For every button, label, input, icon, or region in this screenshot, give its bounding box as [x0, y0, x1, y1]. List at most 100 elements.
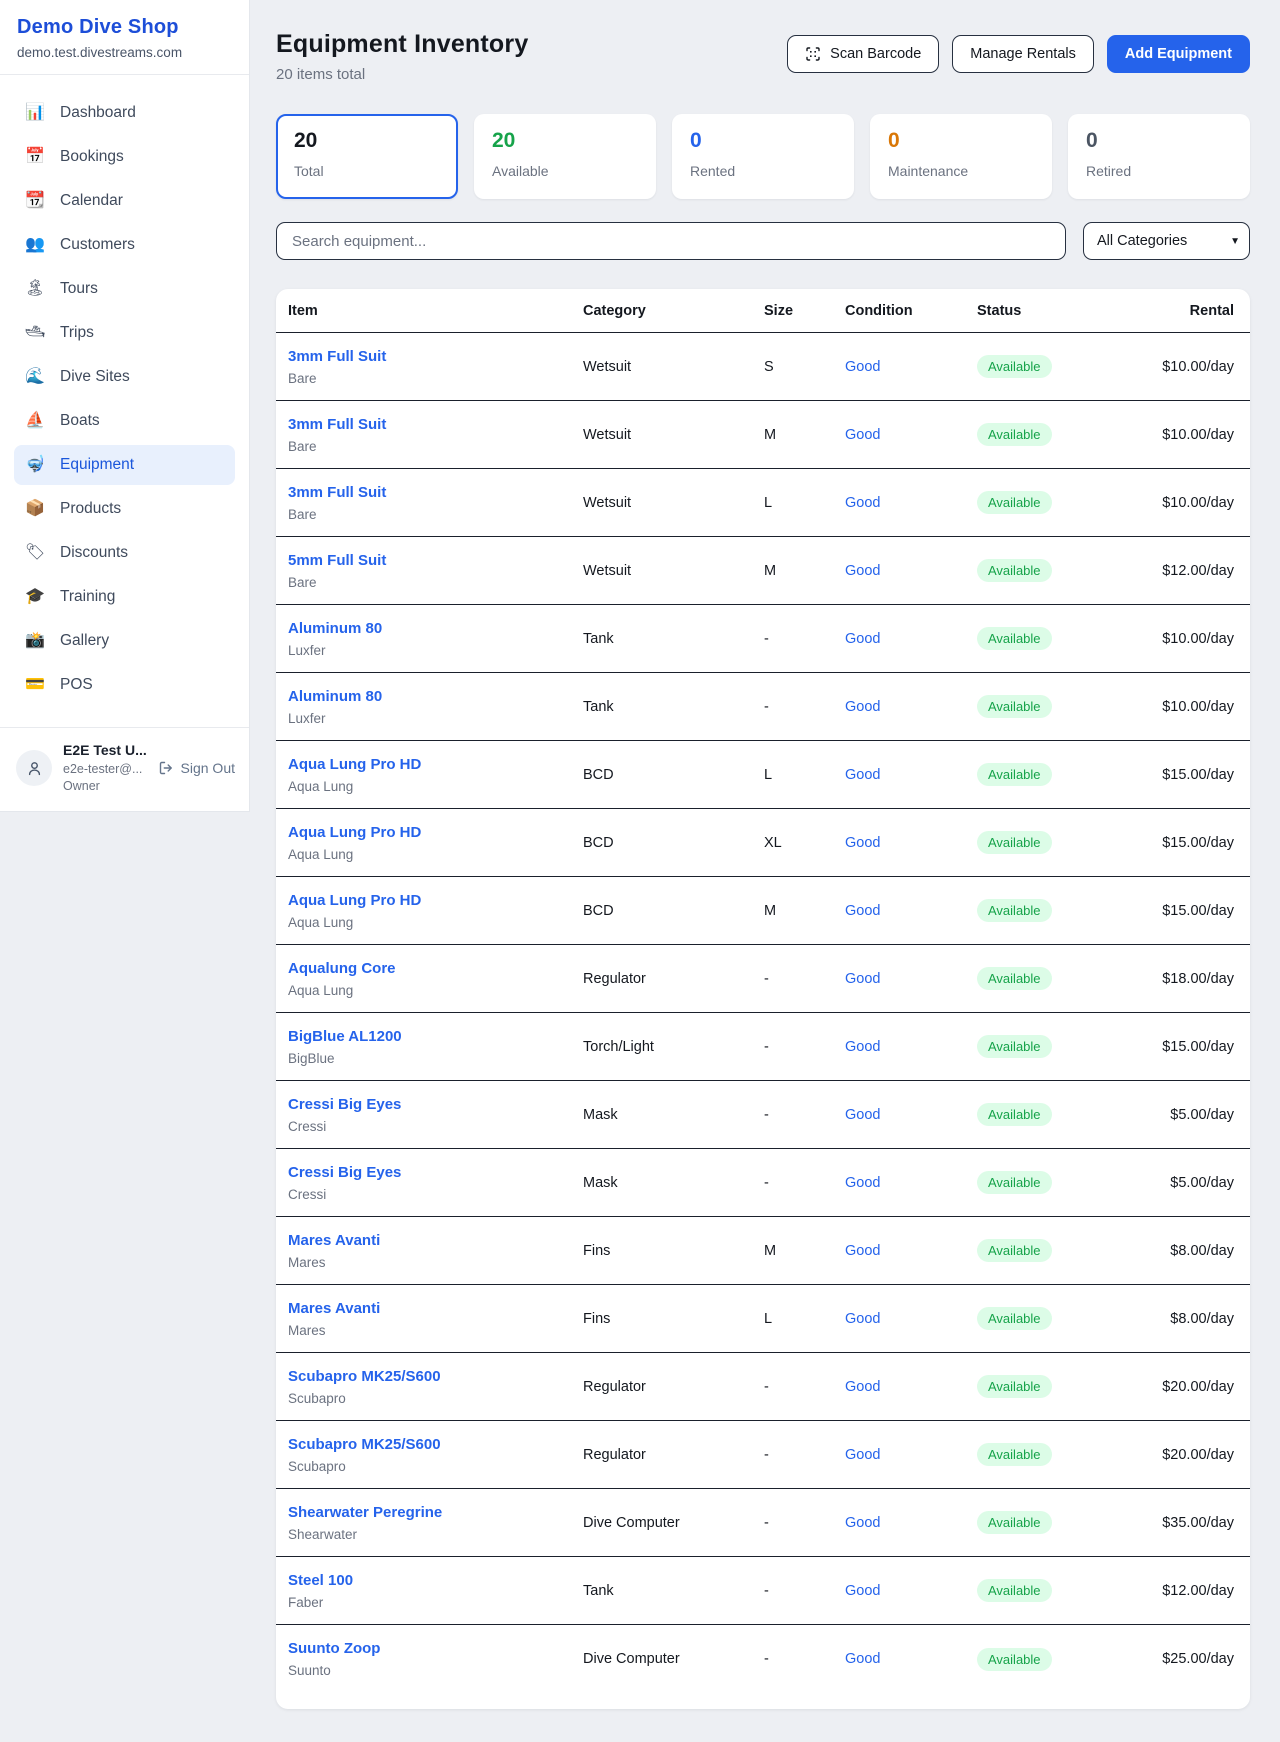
sidebar-item-label: Training — [60, 588, 115, 606]
condition-link[interactable]: Good — [845, 495, 977, 511]
status-badge: Available — [977, 1648, 1052, 1671]
item-name-link[interactable]: 5mm Full Suit — [288, 552, 583, 570]
condition-link[interactable]: Good — [845, 563, 977, 579]
condition-link[interactable]: Good — [845, 359, 977, 375]
wave-icon: 🌊 — [24, 369, 46, 385]
condition-link[interactable]: Good — [845, 1175, 977, 1191]
condition-link[interactable]: Good — [845, 1311, 977, 1327]
category-select-wrap: All Categories ▼ — [1083, 222, 1250, 260]
sidebar-item-label: Gallery — [60, 632, 109, 650]
stat-label: Total — [294, 163, 440, 179]
status-cell: Available — [977, 491, 1129, 514]
condition-link[interactable]: Good — [845, 699, 977, 715]
item-name-link[interactable]: Aqua Lung Pro HD — [288, 756, 583, 774]
brand-domain: demo.test.divestreams.com — [17, 45, 233, 60]
sidebar-item-dashboard[interactable]: 📊Dashboard — [14, 93, 235, 133]
item-name-link[interactable]: 3mm Full Suit — [288, 416, 583, 434]
item-name-link[interactable]: Mares Avanti — [288, 1232, 583, 1250]
sidebar-item-equipment[interactable]: 🤿Equipment — [14, 445, 235, 485]
package-icon: 📦 — [24, 501, 46, 517]
sailboat-icon: ⛵ — [24, 413, 46, 429]
stat-value: 0 — [690, 129, 836, 153]
condition-link[interactable]: Good — [845, 427, 977, 443]
sidebar-item-label: Dive Sites — [60, 368, 130, 386]
stat-card-rented[interactable]: 0Rented — [672, 114, 854, 199]
sidebar-item-boats[interactable]: ⛵Boats — [14, 401, 235, 441]
sidebar-item-calendar[interactable]: 📆Calendar — [14, 181, 235, 221]
condition-link[interactable]: Good — [845, 903, 977, 919]
motorboat-icon: 🛥 — [24, 325, 46, 341]
sidebar-item-training[interactable]: 🎓Training — [14, 577, 235, 617]
stat-card-retired[interactable]: 0Retired — [1068, 114, 1250, 199]
item-name-link[interactable]: Aqualung Core — [288, 960, 583, 978]
rental-cell: $15.00/day — [1129, 1039, 1250, 1055]
item-name-link[interactable]: Aluminum 80 — [288, 688, 583, 706]
sidebar-item-label: Calendar — [60, 192, 123, 210]
table-row: Aqua Lung Pro HDAqua LungBCDLGoodAvailab… — [276, 741, 1250, 809]
sidebar-item-bookings[interactable]: 📅Bookings — [14, 137, 235, 177]
item-name-link[interactable]: 3mm Full Suit — [288, 348, 583, 366]
item-cell: Shearwater PeregrineShearwater — [276, 1504, 583, 1542]
item-name-link[interactable]: Aqua Lung Pro HD — [288, 892, 583, 910]
people-icon: 👥 — [24, 237, 46, 253]
condition-link[interactable]: Good — [845, 767, 977, 783]
avatar — [16, 750, 52, 786]
column-header-condition: Condition — [845, 303, 977, 319]
condition-link[interactable]: Good — [845, 1107, 977, 1123]
condition-link[interactable]: Good — [845, 835, 977, 851]
item-name-link[interactable]: Steel 100 — [288, 1572, 583, 1590]
condition-link[interactable]: Good — [845, 1515, 977, 1531]
item-name-link[interactable]: 3mm Full Suit — [288, 484, 583, 502]
scan-barcode-button[interactable]: Scan Barcode — [787, 35, 939, 73]
table-row: Suunto ZoopSuuntoDive Computer-GoodAvail… — [276, 1625, 1250, 1693]
item-name-link[interactable]: BigBlue AL1200 — [288, 1028, 583, 1046]
sidebar-item-customers[interactable]: 👥 Customers — [14, 225, 235, 265]
rental-cell: $12.00/day — [1129, 563, 1250, 579]
condition-link[interactable]: Good — [845, 1447, 977, 1463]
item-name-link[interactable]: Scubapro MK25/S600 — [288, 1368, 583, 1386]
column-header-status: Status — [977, 303, 1129, 319]
rental-cell: $18.00/day — [1129, 971, 1250, 987]
category-select[interactable]: All Categories — [1083, 222, 1250, 260]
item-name-link[interactable]: Cressi Big Eyes — [288, 1096, 583, 1114]
table-row: 3mm Full SuitBareWetsuitMGoodAvailable$1… — [276, 401, 1250, 469]
condition-link[interactable]: Good — [845, 1243, 977, 1259]
condition-link[interactable]: Good — [845, 1651, 977, 1667]
item-name-link[interactable]: Aqua Lung Pro HD — [288, 824, 583, 842]
person-icon — [26, 760, 43, 777]
sign-out-button[interactable]: Sign Out — [158, 760, 235, 776]
sidebar-item-label: Products — [60, 500, 121, 518]
sidebar-item-label: Customers — [60, 236, 135, 254]
stat-card-total[interactable]: 20Total — [276, 114, 458, 199]
condition-link[interactable]: Good — [845, 1583, 977, 1599]
item-name-link[interactable]: Aluminum 80 — [288, 620, 583, 638]
category-cell: Mask — [583, 1175, 764, 1191]
sidebar-item-discounts[interactable]: 🏷Discounts — [14, 533, 235, 573]
item-name-link[interactable]: Mares Avanti — [288, 1300, 583, 1318]
manage-rentals-button[interactable]: Manage Rentals — [952, 35, 1094, 73]
sidebar-item-tours[interactable]: 🏝Tours — [14, 269, 235, 309]
stat-card-available[interactable]: 20Available — [474, 114, 656, 199]
category-cell: Tank — [583, 1583, 764, 1599]
stat-card-maintenance[interactable]: 0Maintenance — [870, 114, 1052, 199]
add-equipment-button[interactable]: Add Equipment — [1107, 35, 1250, 73]
condition-link[interactable]: Good — [845, 1379, 977, 1395]
sidebar-item-gallery[interactable]: 📸Gallery — [14, 621, 235, 661]
item-name-link[interactable]: Suunto Zoop — [288, 1640, 583, 1658]
sidebar-item-products[interactable]: 📦 Products — [14, 489, 235, 529]
table-row: 3mm Full SuitBareWetsuitSGoodAvailable$1… — [276, 333, 1250, 401]
item-name-link[interactable]: Shearwater Peregrine — [288, 1504, 583, 1522]
sidebar: Demo Dive Shop demo.test.divestreams.com… — [0, 0, 250, 812]
sidebar-item-pos[interactable]: 💳POS — [14, 665, 235, 705]
item-name-link[interactable]: Cressi Big Eyes — [288, 1164, 583, 1182]
condition-link[interactable]: Good — [845, 631, 977, 647]
item-brand: Aqua Lung — [288, 983, 583, 998]
item-name-link[interactable]: Scubapro MK25/S600 — [288, 1436, 583, 1454]
size-cell: - — [764, 1515, 845, 1531]
search-input[interactable] — [276, 222, 1066, 260]
condition-link[interactable]: Good — [845, 1039, 977, 1055]
item-cell: Mares AvantiMares — [276, 1300, 583, 1338]
sidebar-item-dive-sites[interactable]: 🌊 Dive Sites — [14, 357, 235, 397]
condition-link[interactable]: Good — [845, 971, 977, 987]
sidebar-item-trips[interactable]: 🛥Trips — [14, 313, 235, 353]
